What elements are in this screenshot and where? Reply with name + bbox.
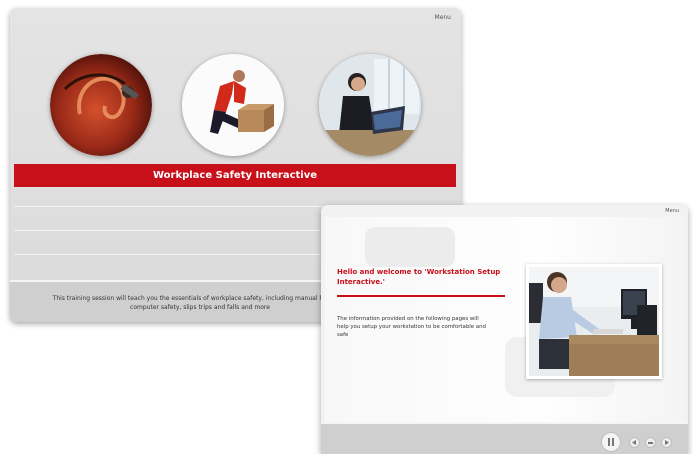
heading-rule [337, 295, 505, 297]
person-lifting-box-icon [182, 54, 284, 156]
computer-safety-image [319, 54, 421, 156]
pause-icon [608, 438, 614, 446]
course-window-front: Menu Hello and welcome to 'Workstation S… [321, 205, 688, 454]
menu-button[interactable] [645, 437, 656, 448]
pause-button[interactable] [601, 432, 621, 452]
next-button[interactable] [661, 437, 672, 448]
background-decoration [365, 227, 455, 267]
menu-link[interactable]: Menu [665, 208, 679, 214]
player-controls-bar [321, 422, 688, 454]
welcome-body-text: The information provided on the followin… [337, 316, 486, 338]
man-at-computer-desk-icon [529, 267, 659, 376]
ear-closeup-image [50, 54, 152, 156]
course-title: Workplace Safety Interactive [152, 170, 318, 181]
course-title-banner: Workplace Safety Interactive [14, 164, 456, 187]
menu-link[interactable]: Menu [435, 14, 451, 21]
menu-dots-icon [648, 441, 653, 444]
previous-icon [632, 440, 636, 445]
workstation-photo [526, 264, 662, 379]
slide-content: Hello and welcome to 'Workstation Setup … [325, 217, 684, 422]
person-at-laptop-icon [319, 54, 421, 156]
previous-button[interactable] [629, 437, 640, 448]
welcome-heading: Hello and welcome to 'Workstation Setup … [337, 268, 501, 286]
manual-handling-image [182, 54, 284, 156]
course-description: This training session will teach you the… [52, 295, 348, 311]
next-icon [665, 440, 669, 445]
ear-closeup-icon [50, 54, 152, 156]
footer-divider [321, 422, 688, 424]
